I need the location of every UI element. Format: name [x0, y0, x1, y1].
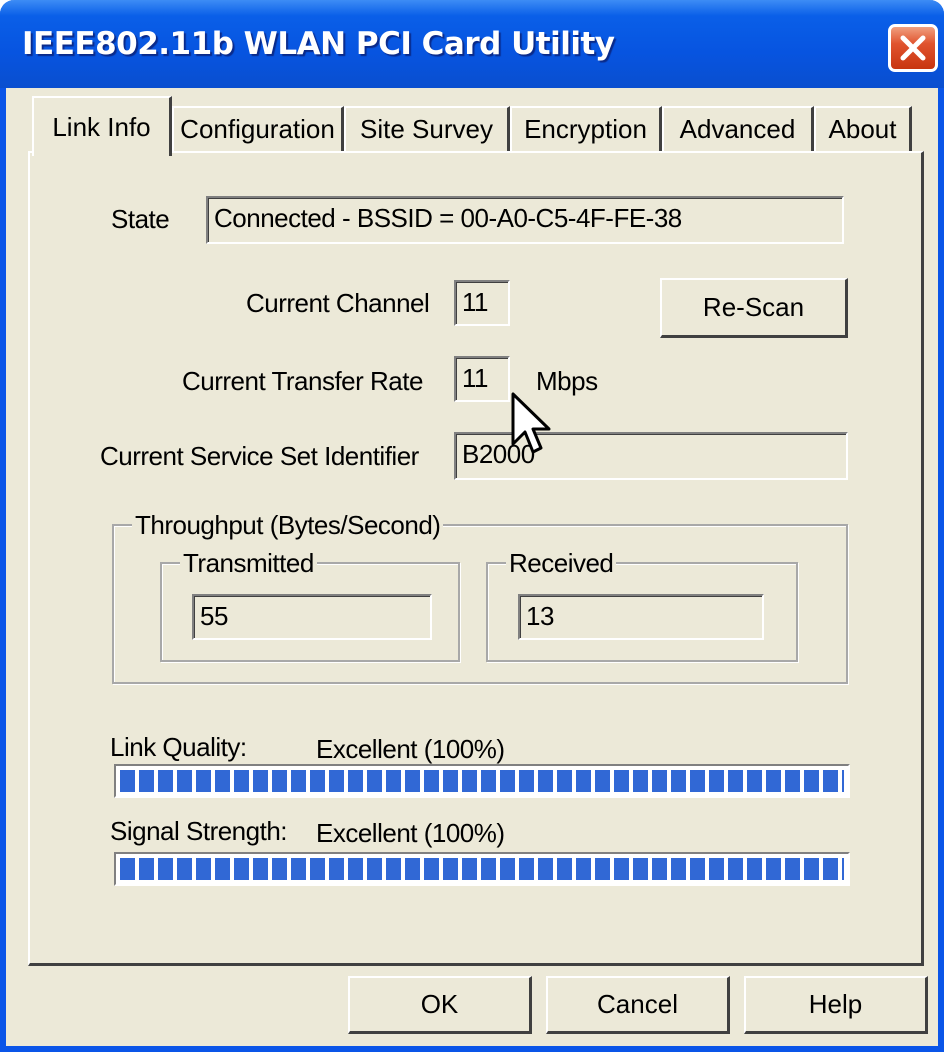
close-button[interactable]	[888, 24, 938, 72]
signal-strength-value: Excellent (100%)	[316, 818, 505, 848]
ok-button[interactable]: OK	[348, 976, 532, 1034]
window-title: IEEE802.11b WLAN PCI Card Utility	[22, 26, 615, 62]
tab-site-survey[interactable]: Site Survey	[344, 106, 510, 152]
close-x-icon	[900, 35, 926, 61]
ssid-label: Current Service Set Identifier	[100, 441, 419, 471]
tab-link-info[interactable]: Link Info	[32, 96, 172, 156]
state-field: Connected - BSSID = 00-A0-C5-4F-FE-38	[206, 196, 844, 244]
received-caption: Received	[506, 548, 617, 579]
tab-configuration[interactable]: Configuration	[172, 106, 344, 152]
tab-encryption[interactable]: Encryption	[510, 106, 662, 152]
help-button[interactable]: Help	[744, 976, 928, 1034]
channel-field: 11	[454, 280, 510, 326]
link-quality-label: Link Quality:	[110, 732, 247, 762]
mouse-cursor-icon	[511, 392, 551, 454]
link-quality-meter-fill	[120, 770, 844, 792]
rescan-button[interactable]: Re-Scan	[660, 278, 848, 338]
channel-label: Current Channel	[246, 288, 430, 318]
signal-strength-label: Signal Strength:	[110, 816, 288, 846]
signal-strength-meter-fill	[120, 858, 844, 880]
tab-advanced[interactable]: Advanced	[662, 106, 814, 152]
cancel-button[interactable]: Cancel	[546, 976, 730, 1034]
title-bar[interactable]: IEEE802.11b WLAN PCI Card Utility	[0, 0, 944, 88]
transmitted-caption: Transmitted	[180, 548, 317, 579]
throughput-caption: Throughput (Bytes/Second)	[132, 510, 444, 541]
utility-window: IEEE802.11b WLAN PCI Card Utility Link I…	[0, 0, 944, 1052]
transmitted-field: 55	[192, 594, 432, 640]
state-label: State	[111, 204, 170, 234]
link-quality-meter	[114, 764, 850, 798]
tab-about[interactable]: About	[814, 106, 912, 152]
link-quality-value: Excellent (100%)	[316, 734, 505, 764]
transfer-rate-field: 11	[454, 356, 510, 402]
transfer-rate-label: Current Transfer Rate	[182, 366, 423, 396]
signal-strength-meter	[114, 852, 850, 886]
received-field: 13	[518, 594, 764, 640]
